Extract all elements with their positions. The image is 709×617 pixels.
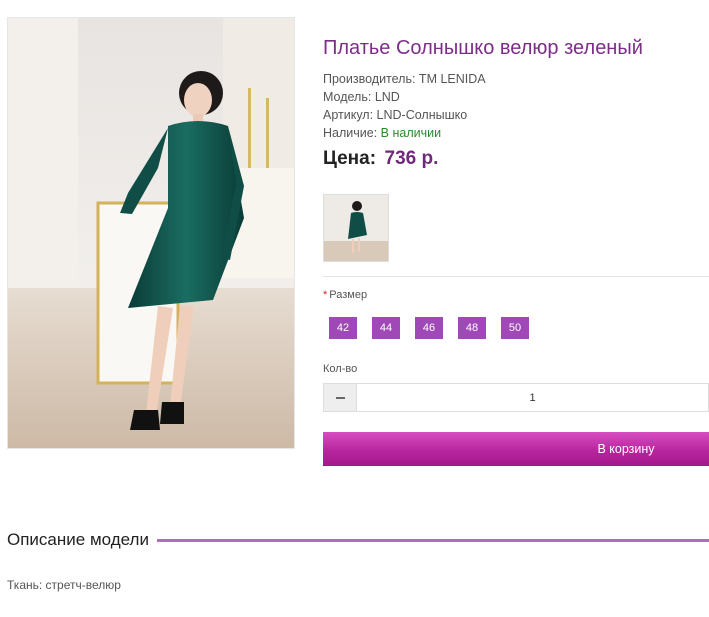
required-mark: * xyxy=(323,289,328,301)
dress-photo-illustration xyxy=(8,18,294,448)
divider xyxy=(323,276,709,277)
thumbnail-dress-icon xyxy=(324,195,388,261)
sku: Артикул: LND-Солнышко xyxy=(323,108,468,122)
minus-icon xyxy=(335,396,345,399)
size-label-text: Размер xyxy=(329,289,368,301)
manufacturer: Производитель: ТМ LENIDA xyxy=(323,72,486,86)
product-title: Платье Солнышко велюр зеленый xyxy=(323,37,643,59)
description-heading: Описание модели xyxy=(7,530,709,550)
heading-rule xyxy=(156,538,709,542)
product-meta: Производитель: ТМ LENIDA Модель: LND Арт… xyxy=(323,70,486,142)
model: Модель: LND xyxy=(323,90,400,104)
add-to-cart-button[interactable]: В корзину xyxy=(323,432,709,466)
price-value: 736 р. xyxy=(384,148,439,169)
size-label: * Размер xyxy=(323,289,367,301)
quantity-decrease-button[interactable] xyxy=(324,384,357,411)
quantity-stepper xyxy=(323,383,709,412)
availability-status: В наличии xyxy=(380,126,442,140)
size-options: 42 44 46 48 50 xyxy=(329,317,529,339)
price: Цена: 736 р. xyxy=(323,148,438,170)
availability-label: Наличие: xyxy=(323,126,381,140)
size-option-42[interactable]: 42 xyxy=(329,317,357,339)
size-option-46[interactable]: 46 xyxy=(415,317,443,339)
quantity-input[interactable] xyxy=(357,384,708,411)
description-text: Ткань: стретч-велюр xyxy=(7,578,121,592)
size-option-48[interactable]: 48 xyxy=(458,317,486,339)
availability: Наличие: В наличии xyxy=(323,124,486,142)
price-label: Цена: xyxy=(323,148,377,169)
size-option-50[interactable]: 50 xyxy=(501,317,529,339)
description-title: Описание модели xyxy=(7,530,149,549)
quantity-label: Кол-во xyxy=(323,363,358,375)
size-option-44[interactable]: 44 xyxy=(372,317,400,339)
product-main-image[interactable] xyxy=(7,17,295,449)
product-thumbnail[interactable] xyxy=(323,194,389,262)
